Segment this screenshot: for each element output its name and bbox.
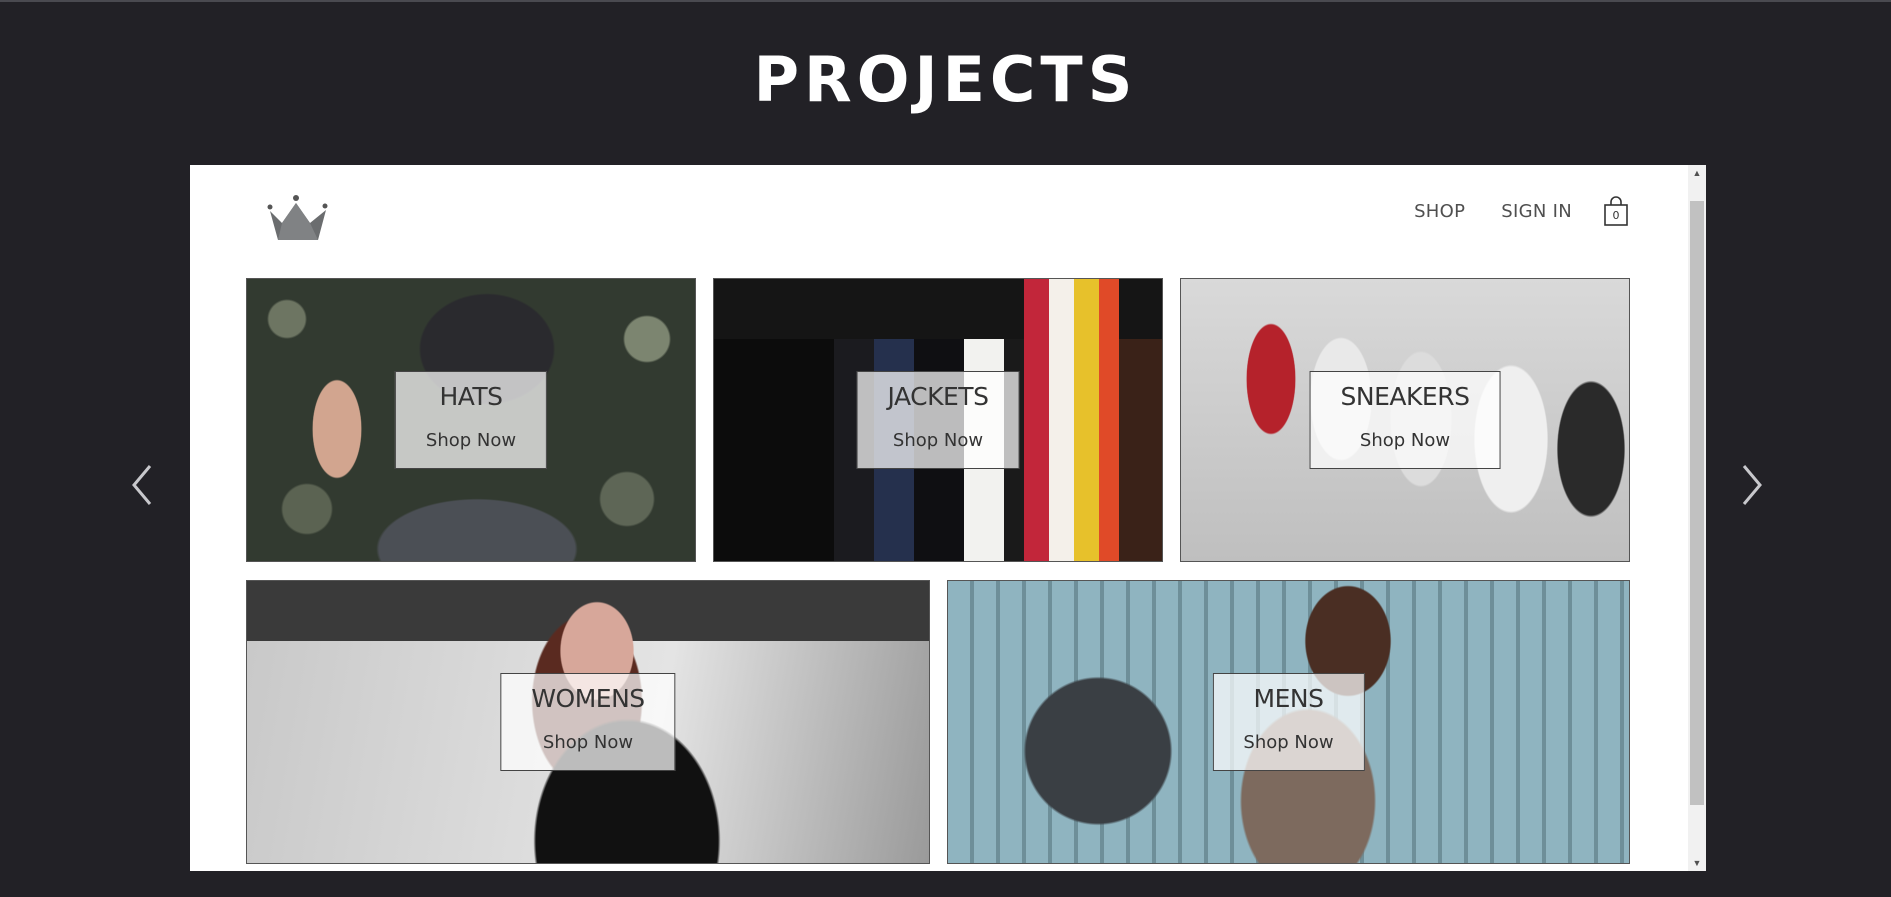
crown-icon <box>267 195 328 240</box>
chevron-left-icon <box>132 465 152 505</box>
category-tile-hats[interactable]: HATS Shop Now <box>246 278 696 562</box>
scroll-thumb[interactable] <box>1690 201 1704 805</box>
category-tile-jackets[interactable]: JACKETS Shop Now <box>713 278 1163 562</box>
carousel-next-button[interactable] <box>1732 462 1772 508</box>
shop-now-link[interactable]: Shop Now <box>1341 428 1470 454</box>
logo-link[interactable] <box>266 193 330 243</box>
carousel-prev-button[interactable] <box>122 462 162 508</box>
category-label[interactable]: JACKETS Shop Now <box>856 371 1020 469</box>
scroll-up-arrow-icon[interactable]: ▲ <box>1688 165 1706 181</box>
category-tile-sneakers[interactable]: SNEAKERS Shop Now <box>1180 278 1630 562</box>
category-title: SNEAKERS <box>1340 382 1470 411</box>
scroll-down-arrow-icon[interactable]: ▼ <box>1688 855 1706 871</box>
category-label[interactable]: SNEAKERS Shop Now <box>1309 371 1501 469</box>
category-tile-womens[interactable]: WOMENS Shop Now <box>246 580 930 864</box>
category-label[interactable]: WOMENS Shop Now <box>500 673 676 771</box>
category-label[interactable]: HATS Shop Now <box>394 371 548 469</box>
top-border <box>0 0 1891 2</box>
shop-now-link[interactable]: Shop Now <box>426 428 516 454</box>
category-title: MENS <box>1253 684 1324 713</box>
chevron-right-icon <box>1742 465 1762 505</box>
cart-count: 0 <box>1612 209 1620 222</box>
category-title: HATS <box>439 382 503 411</box>
shop-now-link[interactable]: Shop Now <box>888 428 989 454</box>
shop-now-link[interactable]: Shop Now <box>531 730 644 756</box>
category-title: JACKETS <box>887 382 989 411</box>
cart-button[interactable]: 0 <box>1602 195 1630 227</box>
page-title: PROJECTS <box>753 43 1138 116</box>
nav-shop-link[interactable]: SHOP <box>1414 201 1465 222</box>
category-tile-mens[interactable]: MENS Shop Now <box>947 580 1630 864</box>
category-title: WOMENS <box>531 684 645 713</box>
shop-now-link[interactable]: Shop Now <box>1243 730 1333 756</box>
preview-scrollbar[interactable]: ▲ ▼ <box>1688 165 1706 871</box>
category-label[interactable]: MENS Shop Now <box>1212 673 1365 771</box>
nav-signin-link[interactable]: SIGN IN <box>1501 201 1572 222</box>
project-preview-frame: SHOP SIGN IN 0 HATS Shop Now JACKETS Sho… <box>190 165 1706 871</box>
nav-bar: SHOP SIGN IN 0 <box>1378 195 1630 227</box>
